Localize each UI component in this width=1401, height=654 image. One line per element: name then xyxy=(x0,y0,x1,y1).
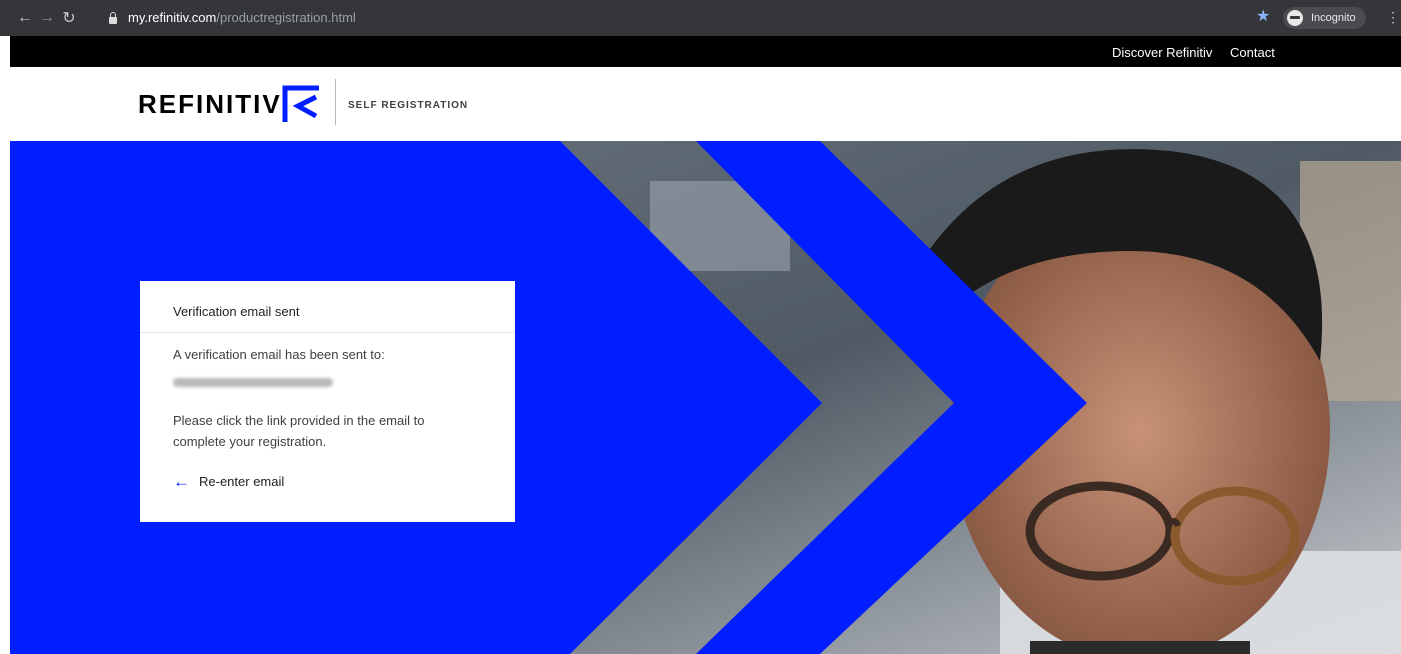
incognito-label: Incognito xyxy=(1311,12,1356,24)
refinitiv-logo-icon xyxy=(282,85,319,122)
site-topbar: Discover Refinitiv Contact xyxy=(10,36,1401,67)
site-header: REFINITIV SELF REGISTRATION xyxy=(10,67,1401,141)
url-host: my.refinitiv.com xyxy=(128,10,217,25)
incognito-badge[interactable]: Incognito xyxy=(1283,7,1366,29)
incognito-icon xyxy=(1287,10,1303,26)
logo-divider xyxy=(335,79,336,125)
forward-arrow-icon[interactable]: → xyxy=(36,9,58,27)
menu-kebab-icon[interactable]: ⋮ xyxy=(1386,10,1400,24)
contact-link[interactable]: Contact xyxy=(1230,45,1275,60)
lock-icon xyxy=(108,11,118,24)
verification-card: Verification email sent A verification e… xyxy=(140,281,515,522)
star-icon[interactable]: ★ xyxy=(1256,9,1270,25)
reenter-email-link[interactable]: ← Re-enter email xyxy=(173,471,285,491)
card-title: Verification email sent xyxy=(173,304,300,319)
browser-toolbar: ← → ↻ my.refinitiv.com/productregistrati… xyxy=(0,0,1401,36)
discover-refinitiv-link[interactable]: Discover Refinitiv xyxy=(1112,45,1212,60)
browser-nav: ← → ↻ xyxy=(14,0,80,36)
logo-wordmark[interactable]: REFINITIV xyxy=(138,89,282,120)
address-bar[interactable]: my.refinitiv.com/productregistration.htm… xyxy=(108,5,1258,30)
url-path: /productregistration.html xyxy=(216,10,356,25)
reenter-email-label: Re-enter email xyxy=(199,474,285,489)
instructions-text: Please click the link provided in the em… xyxy=(173,413,425,449)
reload-icon[interactable]: ↻ xyxy=(58,8,80,28)
back-arrow-icon[interactable]: ← xyxy=(14,9,36,27)
sent-to-text: A verification email has been sent to: xyxy=(173,347,385,362)
arrow-left-icon: ← xyxy=(173,471,190,491)
product-name: SELF REGISTRATION xyxy=(348,100,469,111)
email-address-redacted xyxy=(173,378,333,387)
card-divider xyxy=(140,332,515,333)
